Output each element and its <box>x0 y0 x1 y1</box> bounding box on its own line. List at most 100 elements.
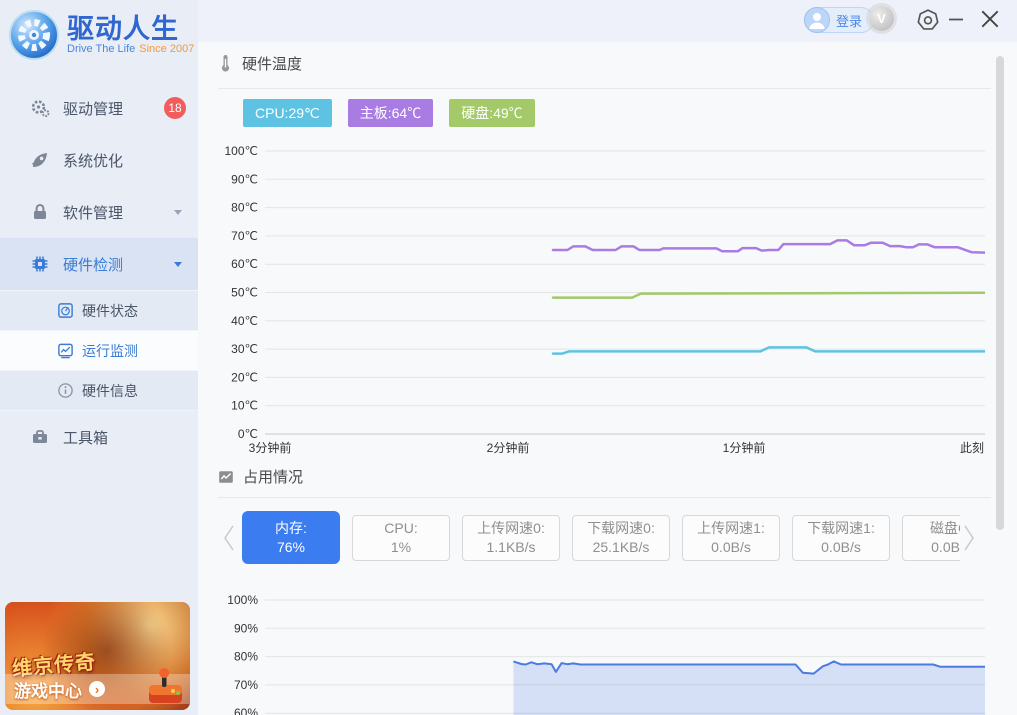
svg-text:50℃: 50℃ <box>231 286 258 300</box>
sidebar-item-label: 系统优化 <box>63 150 123 171</box>
hardware-detection-submenu: 硬件状态 运行监测 硬件信息 <box>0 290 198 411</box>
line-chart-icon <box>57 342 74 359</box>
app-since: Since 2007 <box>139 43 194 55</box>
rocket-icon <box>30 150 50 170</box>
main-content: 登录 V <box>198 0 1017 715</box>
card-label: 下载网速1: <box>807 519 875 538</box>
sidebar-subitem-label: 运行监测 <box>82 341 138 361</box>
gears-icon <box>30 98 50 118</box>
arrow-right-icon: › <box>89 681 105 697</box>
thermometer-icon <box>218 55 233 73</box>
card-value: 1.1KB/s <box>486 538 535 557</box>
login-button[interactable]: 登录 <box>804 7 874 33</box>
memory-usage-chart: 100%90%80%70%60% <box>218 592 985 715</box>
minimize-button[interactable] <box>947 10 965 31</box>
sidebar-subitem-running-monitor[interactable]: 运行监测 <box>0 331 198 371</box>
sidebar-item-software-management[interactable]: 软件管理 <box>0 186 198 238</box>
usage-card-cpu[interactable]: CPU: 1% <box>352 515 450 561</box>
sidebar-nav: 驱动管理 18 系统优化 软件管理 <box>0 82 198 463</box>
card-value: 0.0B/s <box>711 538 751 557</box>
card-label: CPU: <box>384 519 417 538</box>
svg-text:2分钟前: 2分钟前 <box>487 440 530 455</box>
logo-gear-icon <box>8 9 60 61</box>
sidebar-item-driver-management[interactable]: 驱动管理 18 <box>0 82 198 134</box>
usage-card-download0[interactable]: 下载网速0: 25.1KB/s <box>572 515 670 561</box>
sidebar-item-label: 驱动管理 <box>63 98 123 119</box>
joystick-icon <box>144 667 186 707</box>
scroll-right-button[interactable] <box>962 522 976 554</box>
chevron-down-icon <box>174 210 182 215</box>
scroll-left-button[interactable] <box>222 522 236 554</box>
card-value: 25.1KB/s <box>593 538 650 557</box>
sidebar-item-system-optimize[interactable]: 系统优化 <box>0 134 198 186</box>
temperature-section-title: 硬件温度 <box>242 53 302 74</box>
temperature-section-header: 硬件温度 <box>218 53 302 74</box>
info-icon <box>57 382 74 399</box>
svg-text:20℃: 20℃ <box>231 370 258 384</box>
temperature-chart: 100℃ 90℃ 80℃ 70℃ 60℃ 50℃ 40℃ 30℃ 20℃ 10℃ 0℃3分钟前 2分钟… <box>218 139 985 459</box>
divider <box>218 88 991 89</box>
svg-text:30℃: 30℃ <box>231 342 258 356</box>
sidebar: 驱动人生 Drive The Life Since 2007 驱动管理 18 <box>0 0 198 715</box>
temp-badge[interactable]: CPU:29℃ <box>243 99 332 127</box>
sidebar-subitem-label: 硬件信息 <box>82 381 138 401</box>
sidebar-item-label: 工具箱 <box>63 427 108 448</box>
svg-text:60℃: 60℃ <box>231 257 258 271</box>
chevron-down-icon <box>174 262 182 267</box>
svg-text:3分钟前: 3分钟前 <box>249 440 292 455</box>
sidebar-item-hardware-detection[interactable]: 硬件检测 <box>0 238 198 290</box>
chip-icon <box>30 254 50 274</box>
sidebar-subitem-hardware-info[interactable]: 硬件信息 <box>0 371 198 411</box>
close-button[interactable] <box>979 8 1001 33</box>
game-center-label: 游戏中心 <box>14 677 82 702</box>
scrollbar-thumb[interactable] <box>996 56 1004 530</box>
svg-text:80℃: 80℃ <box>231 201 258 215</box>
temp-badge[interactable]: 主板:64℃ <box>348 99 433 127</box>
card-value: 0.0B/s <box>931 538 960 557</box>
app-slogan: Drive The Life <box>67 43 135 55</box>
usage-card-disk-c[interactable]: 磁盘C: 0.0B/s <box>902 515 960 561</box>
usage-section-header: 占用情况 <box>218 466 303 487</box>
usage-card-upload0[interactable]: 上传网速0: 1.1KB/s <box>462 515 560 561</box>
card-label: 内存: <box>275 519 307 538</box>
gauge-icon <box>57 302 74 319</box>
card-label: 磁盘C: <box>930 519 960 538</box>
sidebar-subitem-hardware-status[interactable]: 硬件状态 <box>0 291 198 331</box>
usage-cards: 内存: 76% CPU: 1% 上传网速0: 1.1KB/s 下载网速0: 25… <box>242 511 960 564</box>
usage-card-download1[interactable]: 下载网速1: 0.0B/s <box>792 515 890 561</box>
card-label: 下载网速0: <box>587 519 655 538</box>
monitor-wave-icon <box>218 469 234 485</box>
avatar <box>804 7 830 33</box>
app-title: 驱动人生 <box>67 15 194 43</box>
card-value: 1% <box>391 538 411 557</box>
login-label: 登录 <box>836 11 862 30</box>
svg-text:10℃: 10℃ <box>231 399 258 413</box>
svg-text:90℃: 90℃ <box>231 172 258 186</box>
titlebar: 登录 V <box>198 0 1017 42</box>
card-value: 76% <box>277 538 305 557</box>
temp-badge[interactable]: 硬盘:49℃ <box>449 99 534 127</box>
usage-card-memory[interactable]: 内存: 76% <box>242 511 340 564</box>
svg-text:70℃: 70℃ <box>231 229 258 243</box>
driver-update-count-badge: 18 <box>164 97 186 119</box>
svg-text:0℃: 0℃ <box>238 427 258 441</box>
user-icon <box>805 8 829 32</box>
sidebar-subitem-label: 硬件状态 <box>82 301 138 321</box>
usage-card-upload1[interactable]: 上传网速1: 0.0B/s <box>682 515 780 561</box>
usage-cards-scroller: 内存: 76% CPU: 1% 上传网速0: 1.1KB/s 下载网速0: 25… <box>242 511 960 564</box>
game-center-ad[interactable]: 维京传奇 游戏中心 › <box>5 602 190 710</box>
divider <box>218 497 991 498</box>
svg-text:1分钟前: 1分钟前 <box>723 440 766 455</box>
svg-text:40℃: 40℃ <box>231 314 258 328</box>
settings-button[interactable] <box>917 9 939 34</box>
svg-text:此刻: 此刻 <box>960 441 984 455</box>
minimize-icon <box>947 10 965 28</box>
svg-text:100℃: 100℃ <box>225 144 259 158</box>
lock-icon <box>30 202 50 222</box>
sidebar-item-toolbox[interactable]: 工具箱 <box>0 411 198 463</box>
app-window: 驱动人生 Drive The Life Since 2007 驱动管理 18 <box>0 0 1017 715</box>
vip-badge[interactable]: V <box>869 6 894 31</box>
temperature-badges: CPU:29℃ 主板:64℃ 硬盘:49℃ <box>243 99 535 127</box>
app-logo: 驱动人生 Drive The Life Since 2007 <box>0 0 198 67</box>
toolbox-icon <box>30 427 50 447</box>
